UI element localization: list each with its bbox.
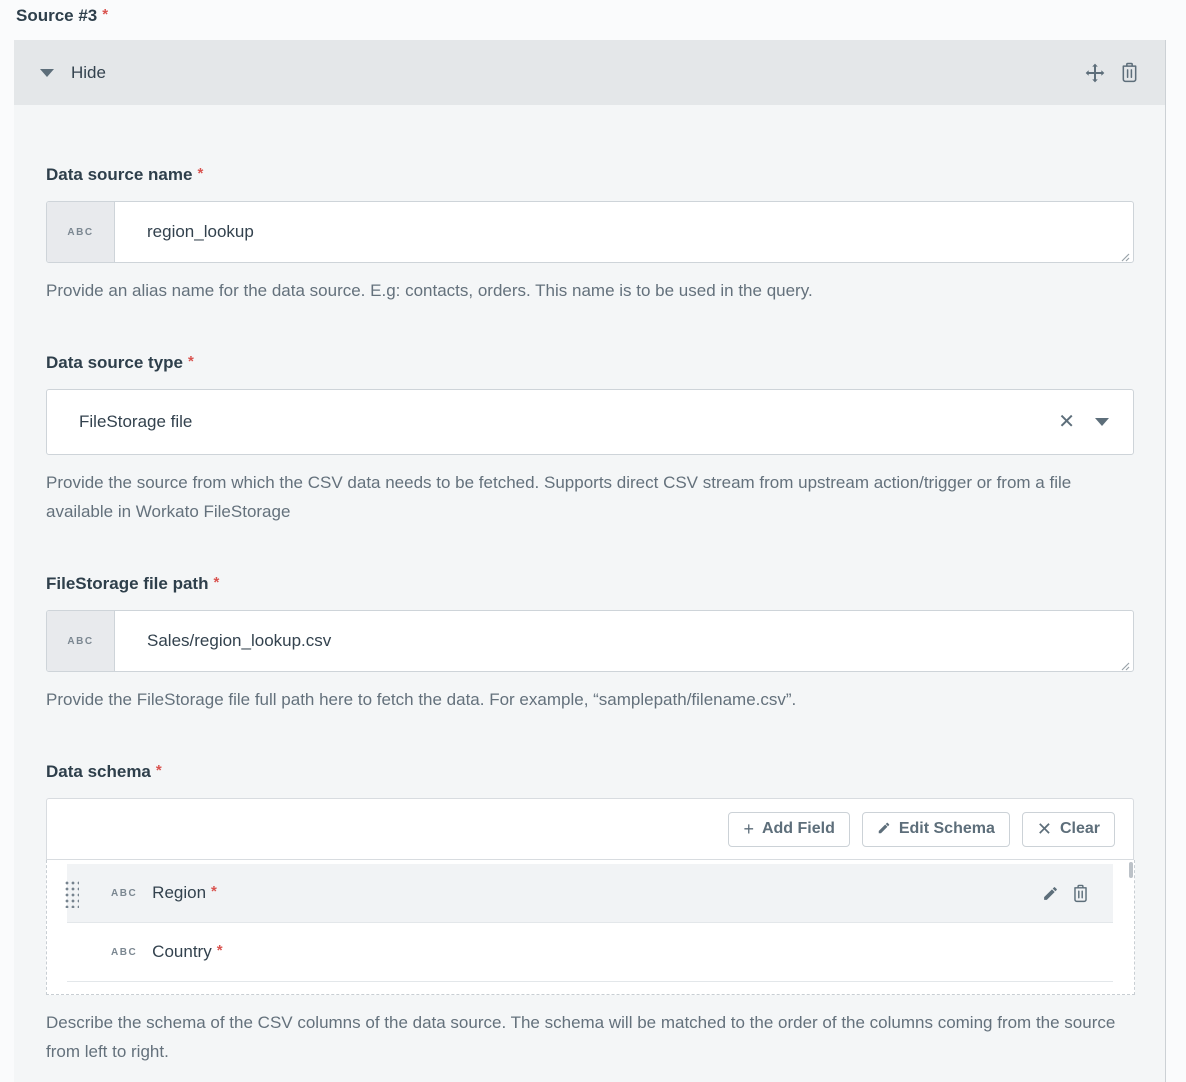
schema-row-region[interactable]: ABC Region *: [67, 864, 1113, 923]
label-text: Data source type: [46, 353, 183, 372]
filestorage-path-help: Provide the FileStorage file full path h…: [46, 685, 1133, 714]
data-source-name-value: region_lookup: [115, 202, 1133, 262]
data-source-name-label: Data source name *: [46, 165, 1133, 185]
data-source-type-help: Provide the source from which the CSV da…: [46, 468, 1133, 526]
delete-field-trash-icon[interactable]: [1072, 884, 1089, 903]
data-schema-help: Describe the schema of the CSV columns o…: [46, 1008, 1133, 1066]
text-type-badge: ABC: [47, 202, 115, 262]
schema-field-name-text: Country: [152, 942, 212, 961]
schema-field-name-text: Region: [152, 883, 206, 902]
resize-handle-icon[interactable]: [1120, 249, 1130, 259]
schema-field-name: Region *: [152, 883, 217, 903]
hide-toggle[interactable]: Hide: [40, 63, 106, 83]
data-source-name-input[interactable]: ABC region_lookup: [46, 201, 1134, 263]
text-type-badge: ABC: [111, 947, 137, 958]
text-type-badge: ABC: [47, 611, 115, 671]
chevron-down-icon: [40, 69, 54, 77]
label-text: FileStorage file path: [46, 574, 208, 593]
data-schema-label: Data schema *: [46, 762, 1133, 782]
schema-row-country[interactable]: ABC Country *: [67, 923, 1113, 982]
plus-icon: +: [743, 820, 754, 838]
pencil-icon: [877, 820, 891, 838]
edit-field-pencil-icon[interactable]: [1042, 885, 1059, 902]
data-source-type-select[interactable]: FileStorage file ✕: [46, 389, 1134, 455]
required-asterisk: *: [102, 6, 108, 23]
label-text: Data schema: [46, 762, 151, 781]
data-source-type-field: Data source type * FileStorage file ✕ Pro…: [46, 353, 1133, 526]
text-type-badge: ABC: [111, 888, 137, 899]
required-asterisk: *: [188, 353, 194, 370]
required-asterisk: *: [217, 942, 223, 959]
add-field-label: Add Field: [762, 820, 835, 838]
schema-field-list: ABC Region * ABC: [46, 860, 1135, 995]
clear-schema-label: Clear: [1060, 820, 1100, 838]
delete-source-trash-icon[interactable]: [1120, 62, 1139, 83]
move-icon[interactable]: [1085, 63, 1105, 83]
source-panel: Hide Data source name * ABC region_lookup: [14, 40, 1166, 1082]
row-actions: [1042, 884, 1089, 903]
schema-field-name: Country *: [152, 942, 222, 962]
page-title-text: Source #3: [16, 6, 97, 25]
edit-schema-button[interactable]: Edit Schema: [862, 812, 1010, 847]
data-schema-field: Data schema * + Add Field Edit Schema ✕ C…: [46, 762, 1133, 1066]
page-title: Source #3 *: [0, 0, 1186, 26]
select-controls: ✕: [1058, 412, 1109, 432]
filestorage-path-field: FileStorage file path * ABC Sales/region_…: [46, 574, 1133, 714]
edit-schema-label: Edit Schema: [899, 820, 995, 838]
filestorage-path-input[interactable]: ABC Sales/region_lookup.csv: [46, 610, 1134, 672]
required-asterisk: *: [156, 762, 162, 779]
clear-schema-button[interactable]: ✕ Clear: [1022, 812, 1115, 847]
drag-handle-icon[interactable]: [63, 879, 79, 908]
clear-selection-icon[interactable]: ✕: [1058, 412, 1075, 432]
x-icon: ✕: [1037, 820, 1052, 838]
required-asterisk: *: [211, 883, 217, 900]
resize-handle-icon[interactable]: [1120, 658, 1130, 668]
required-asterisk: *: [213, 574, 219, 591]
filestorage-path-value: Sales/region_lookup.csv: [115, 611, 1133, 671]
scrollbar-thumb[interactable]: [1129, 862, 1133, 878]
source-panel-header: Hide: [14, 40, 1165, 105]
data-source-name-field: Data source name * ABC region_lookup Prov…: [46, 165, 1133, 305]
required-asterisk: *: [197, 165, 203, 182]
data-source-name-help: Provide an alias name for the data sourc…: [46, 276, 1133, 305]
schema-toolbar: + Add Field Edit Schema ✕ Clear: [46, 798, 1134, 860]
source-panel-body: Data source name * ABC region_lookup Prov…: [14, 105, 1165, 1082]
data-source-type-label: Data source type *: [46, 353, 1133, 373]
hide-toggle-label: Hide: [71, 63, 106, 83]
dropdown-caret-icon[interactable]: [1095, 418, 1109, 426]
data-source-type-value: FileStorage file: [79, 412, 192, 432]
filestorage-path-label: FileStorage file path *: [46, 574, 1133, 594]
add-field-button[interactable]: + Add Field: [728, 812, 849, 847]
label-text: Data source name: [46, 165, 192, 184]
header-actions: [1085, 62, 1139, 83]
